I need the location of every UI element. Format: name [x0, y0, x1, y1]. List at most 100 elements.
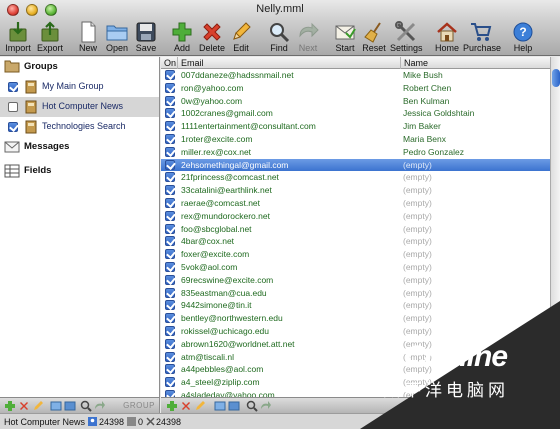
table-row[interactable]: 1111entertainment@consultant.com Jim Bake…	[161, 120, 550, 133]
export-button[interactable]: Export	[35, 20, 65, 56]
help-icon: ?	[513, 22, 533, 42]
find-button[interactable]: Find	[266, 20, 292, 56]
groups-header[interactable]: Groups	[0, 57, 159, 77]
row-checkbox[interactable]	[165, 377, 175, 388]
name-cell: Robert Chen	[403, 82, 452, 93]
row-checkbox[interactable]	[165, 390, 175, 397]
name-cell: (empty)	[403, 172, 432, 183]
table-row[interactable]: foo@sbcglobal.net (empty)	[161, 223, 550, 236]
next-group-icon[interactable]	[94, 400, 106, 412]
home-button[interactable]: Home	[434, 20, 460, 56]
sidebar-item-my-main-group[interactable]: My Main Group	[0, 77, 159, 97]
table-row[interactable]: 4bar@cox.net (empty)	[161, 235, 550, 248]
row-checkbox[interactable]	[165, 223, 175, 234]
table-row[interactable]: 21fprincess@comcast.net (empty)	[161, 171, 550, 184]
row-checkbox[interactable]	[165, 210, 175, 221]
open-button[interactable]: Open	[104, 20, 130, 56]
row-checkbox[interactable]	[165, 300, 175, 311]
group-checkbox[interactable]	[8, 122, 18, 132]
edit-contact-icon[interactable]	[194, 400, 206, 412]
name-cell: Ben Kulman	[403, 95, 450, 106]
row-checkbox[interactable]	[165, 249, 175, 260]
row-checkbox[interactable]	[165, 95, 175, 106]
import-group-icon[interactable]	[50, 400, 62, 412]
email-cell: 835eastman@cua.edu	[181, 287, 267, 298]
search-group-icon[interactable]	[80, 400, 92, 412]
row-checkbox[interactable]	[165, 313, 175, 324]
sidebar-item-fields[interactable]: Fields	[0, 161, 159, 181]
row-checkbox[interactable]	[165, 159, 175, 170]
purchase-button[interactable]: Purchase	[463, 20, 501, 56]
row-checkbox[interactable]	[165, 82, 175, 93]
title-bar[interactable]: Nelly.mml	[0, 0, 560, 20]
table-row[interactable]: rex@mundorockero.net (empty)	[161, 210, 550, 223]
new-button[interactable]: New	[76, 20, 100, 56]
group-checkbox[interactable]	[8, 82, 18, 92]
row-checkbox[interactable]	[165, 121, 175, 132]
table-row[interactable]: ron@yahoo.com Robert Chen	[161, 82, 550, 95]
help-button[interactable]: ? Help	[511, 20, 535, 56]
email-cell: 2ehsomethingal@gmail.com	[181, 159, 289, 170]
column-header-email[interactable]: Email	[178, 57, 401, 69]
row-checkbox[interactable]	[165, 338, 175, 349]
row-checkbox[interactable]	[165, 274, 175, 285]
row-checkbox[interactable]	[165, 198, 175, 208]
sidebar-item-messages[interactable]: Messages	[0, 137, 159, 157]
table-row[interactable]: raerae@comcast.net (empty)	[161, 197, 550, 210]
save-icon	[136, 22, 156, 42]
table-row[interactable]: 69recswine@excite.com (empty)	[161, 274, 550, 287]
export-contacts-icon[interactable]	[228, 400, 240, 412]
row-checkbox[interactable]	[165, 185, 175, 196]
search-contacts-icon[interactable]	[246, 400, 258, 412]
table-row[interactable]: 2ehsomethingal@gmail.com (empty)	[161, 158, 550, 172]
delete-button[interactable]: Delete	[198, 20, 226, 56]
table-row[interactable]: foxer@excite.com (empty)	[161, 248, 550, 261]
email-cell: bentley@northwestern.edu	[181, 313, 283, 324]
row-checkbox[interactable]	[165, 172, 175, 183]
start-button[interactable]: Start	[333, 20, 357, 56]
column-header-on[interactable]: On	[161, 57, 178, 69]
table-row[interactable]: miller.rex@cox.net Pedro Gonzalez	[161, 146, 550, 159]
table-row[interactable]: 1002cranes@gmail.com Jessica Goldshtain	[161, 107, 550, 120]
row-checkbox[interactable]	[165, 326, 175, 336]
group-checkbox[interactable]	[8, 102, 18, 112]
row-checkbox[interactable]	[165, 351, 175, 362]
email-cell: 33catalini@earthlink.net	[181, 185, 272, 196]
table-row[interactable]: 33catalini@earthlink.net (empty)	[161, 184, 550, 197]
column-header-name[interactable]: Name	[401, 57, 550, 69]
next-button[interactable]: Next	[295, 20, 321, 56]
sidebar-item-hot-computer-news[interactable]: Hot Computer News	[0, 97, 159, 117]
table-row[interactable]: 007ddaneze@hadssnmail.net Mike Bush	[161, 69, 550, 82]
table-row[interactable]: 5vok@aol.com (empty)	[161, 261, 550, 274]
reset-button[interactable]: Reset	[361, 20, 387, 56]
table-header: On Email Name	[161, 57, 550, 69]
next-contact-icon[interactable]	[260, 400, 272, 412]
table-row[interactable]: 835eastman@cua.edu (empty)	[161, 287, 550, 300]
table-row[interactable]: 1roter@excite.com Maria Benx	[161, 133, 550, 146]
row-checkbox[interactable]	[165, 146, 175, 157]
settings-button[interactable]: Settings	[390, 20, 423, 56]
row-checkbox[interactable]	[165, 108, 175, 119]
import-button[interactable]: Import	[3, 20, 33, 56]
row-checkbox[interactable]	[165, 134, 175, 144]
edit-group-icon[interactable]	[32, 400, 44, 412]
group-book-icon	[25, 120, 37, 134]
row-checkbox[interactable]	[165, 70, 175, 80]
delete-contact-icon[interactable]	[180, 400, 192, 412]
add-button[interactable]: Add	[170, 20, 194, 56]
add-group-icon[interactable]	[4, 400, 16, 412]
row-checkbox[interactable]	[165, 287, 175, 298]
row-checkbox[interactable]	[165, 236, 175, 247]
save-button[interactable]: Save	[134, 20, 158, 56]
export-group-icon[interactable]	[64, 400, 76, 412]
sidebar-item-technologies-search[interactable]: Technologies Search	[0, 117, 159, 137]
row-checkbox[interactable]	[165, 364, 175, 375]
edit-button[interactable]: Edit	[229, 20, 253, 56]
row-checkbox[interactable]	[165, 262, 175, 272]
table-row[interactable]: 0w@yahoo.com Ben Kulman	[161, 95, 550, 108]
delete-group-icon[interactable]	[18, 400, 30, 412]
scroll-thumb[interactable]	[552, 69, 560, 87]
toolbar: Import Export New Open Save Add Delete E…	[0, 20, 560, 56]
add-contact-icon[interactable]	[166, 400, 178, 412]
import-contacts-icon[interactable]	[214, 400, 226, 412]
